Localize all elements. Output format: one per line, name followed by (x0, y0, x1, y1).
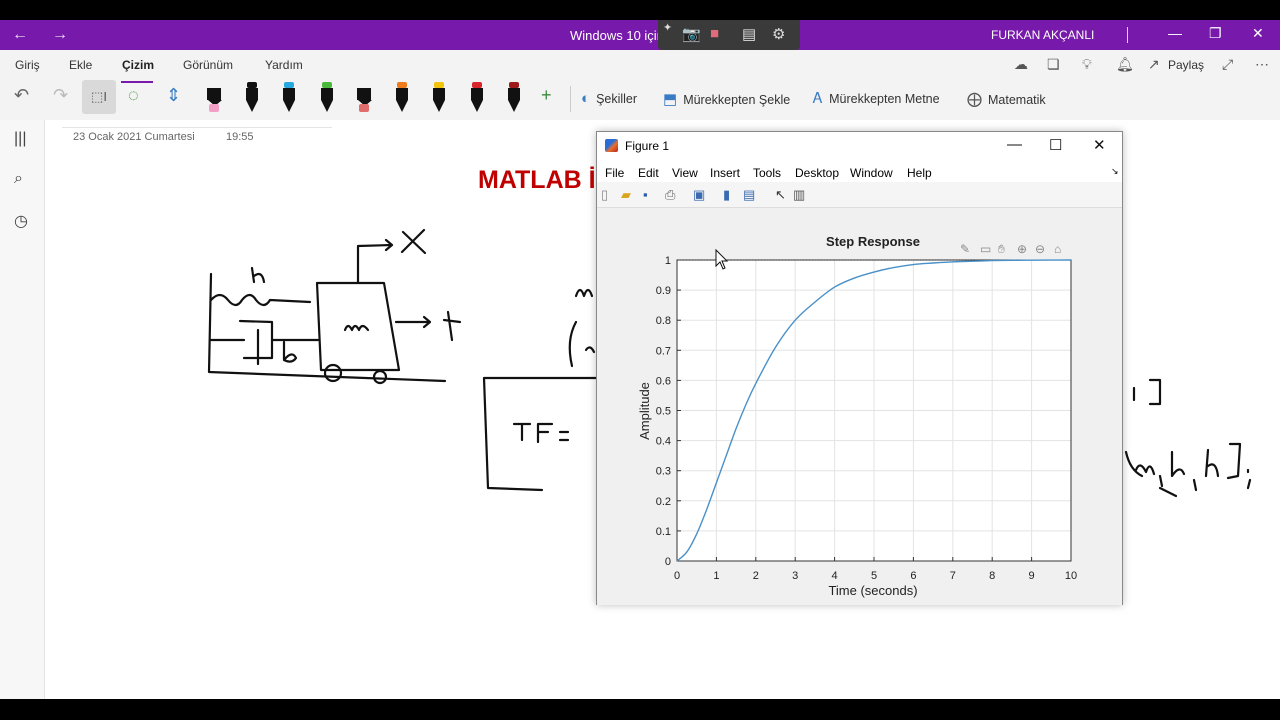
figure-close-button[interactable]: ✕ (1093, 136, 1106, 154)
x-tick-label: 5 (871, 570, 877, 582)
x-tick-label: 9 (1029, 570, 1035, 582)
pan-icon[interactable]: ✋︎ (998, 242, 1005, 256)
letterbox-bottom (0, 699, 1280, 720)
menu-view[interactable]: View (672, 166, 698, 180)
y-tick-label: 0.9 (656, 285, 671, 297)
menu-window[interactable]: Window (850, 166, 893, 180)
axes-toolbar: ✎ ▭ ✋︎ ⊕ ⊖ ⌂ (960, 242, 1061, 256)
ink-tf-label (512, 422, 570, 444)
y-tick-label: 0.4 (656, 436, 671, 448)
link-plot-icon[interactable]: ▣ (693, 187, 705, 203)
menu-edit[interactable]: Edit (638, 166, 659, 180)
y-tick-label: 0.3 (656, 466, 671, 478)
ink-wheel (372, 369, 388, 385)
colorbar-icon[interactable]: ▮ (723, 187, 730, 203)
ink-spring (209, 293, 312, 307)
ink-wall (207, 272, 447, 383)
ink-f-arrow (394, 310, 462, 342)
figure-title: Figure 1 (625, 139, 670, 153)
menu-help[interactable]: Help (907, 166, 932, 180)
matlab-logo-icon (605, 139, 618, 152)
ink-damper-label (282, 340, 298, 363)
chart-title: Step Response (826, 234, 920, 249)
x-tick-label: 8 (989, 570, 995, 582)
y-tick-label: 0.7 (656, 345, 671, 357)
y-tick-label: 0 (665, 556, 671, 568)
ink-bracket (1132, 378, 1162, 406)
x-tick-label: 10 (1065, 570, 1077, 582)
y-tick-label: 0.5 (656, 406, 671, 418)
step-response-plot[interactable]: Step Response Time (seconds) Amplitude 0… (597, 208, 1122, 604)
figure-title-bar: Figure 1 — ☐ ✕ (597, 132, 1122, 160)
ink-equation (568, 320, 596, 368)
figure-menubar: File Edit View Insert Tools Desktop Wind… (597, 160, 1122, 182)
x-tick-label: 7 (950, 570, 956, 582)
ink-damper (209, 319, 320, 366)
open-icon[interactable]: ▰ (621, 187, 631, 203)
ink-wheel (323, 363, 343, 383)
edit-plot-icon[interactable]: ↖ (775, 187, 786, 203)
datatip-icon[interactable]: ▭ (980, 242, 991, 256)
menu-tools[interactable]: Tools (753, 166, 781, 180)
y-tick-label: 0.1 (656, 526, 671, 538)
x-tick-label: 2 (753, 570, 759, 582)
x-tick-label: 0 (674, 570, 680, 582)
y-axis-label: Amplitude (637, 382, 652, 440)
dock-arrow-icon[interactable]: ↘ (1111, 166, 1119, 177)
plot-axes: 0 1 2 3 4 5 6 7 8 9 10 0 0.1 0.2 0.3 0.4 0.5 0.6 0.7 0.8 0.9… (656, 255, 1077, 582)
legend-icon[interactable]: ▤ (743, 187, 755, 203)
y-tick-label: 0.8 (656, 315, 671, 327)
property-editor-icon[interactable]: ▥ (793, 187, 805, 203)
ink-x-arrow (356, 228, 427, 284)
home-icon[interactable]: ⌂ (1054, 242, 1061, 256)
zoom-out-icon[interactable]: ⊖ (1035, 242, 1045, 256)
ink-tf-box (482, 376, 602, 492)
x-tick-label: 1 (713, 570, 719, 582)
menu-insert[interactable]: Insert (710, 166, 740, 180)
x-tick-label: 4 (832, 570, 838, 582)
save-icon[interactable]: ▪ (643, 187, 648, 202)
y-tick-label: 0.2 (656, 496, 671, 508)
new-figure-icon[interactable]: ▯ (601, 187, 608, 203)
figure-toolbar: ▯ ▰ ▪ ⎙ ▣ ▮ ▤ ↖ ▥ (597, 182, 1122, 208)
print-icon[interactable]: ⎙ (665, 187, 675, 203)
ink-mass-label (343, 324, 370, 332)
zoom-in-icon[interactable]: ⊕ (1017, 242, 1027, 256)
y-tick-label: 1 (665, 255, 671, 267)
figure-maximize-button[interactable]: ☐ (1049, 136, 1062, 154)
menu-desktop[interactable]: Desktop (795, 166, 839, 180)
y-tick-label: 0.6 (656, 375, 671, 387)
screen: ← → Windows 10 için FURKAN AKÇANLI — ❐ ✕… (0, 0, 1280, 720)
ink-spring-label (250, 266, 266, 284)
x-tick-label: 6 (910, 570, 916, 582)
x-tick-label: 3 (792, 570, 798, 582)
ink-equation (574, 288, 594, 298)
brush-icon[interactable]: ✎ (960, 242, 970, 256)
menu-file[interactable]: File (605, 166, 624, 180)
x-axis-label: Time (seconds) (828, 583, 917, 598)
figure-minimize-button[interactable]: — (1007, 136, 1022, 153)
ink-params (1124, 442, 1252, 498)
